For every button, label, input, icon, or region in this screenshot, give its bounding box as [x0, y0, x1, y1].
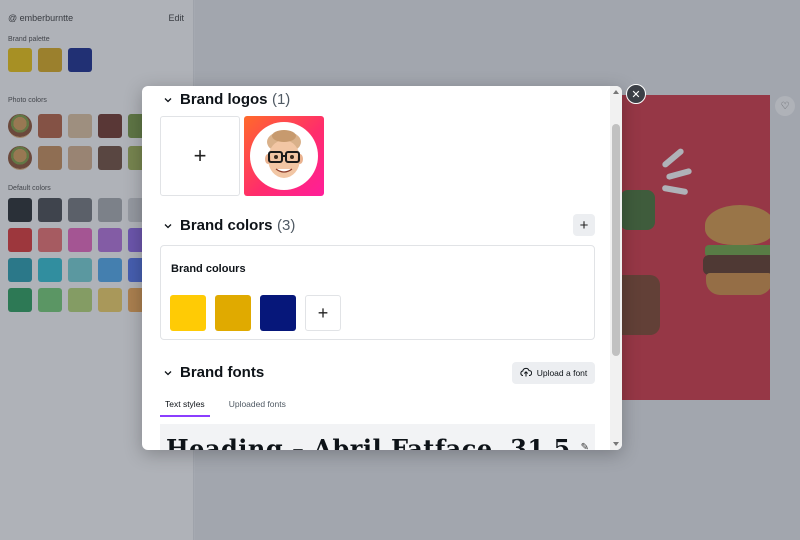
add-palette-button[interactable]: + [573, 214, 595, 236]
brand-kit-dialog: Brand logos (1) + Brand colors (3) + Bra… [142, 86, 622, 450]
dialog-scrollbar[interactable] [610, 86, 622, 450]
brand-colors-title: Brand colors [180, 217, 273, 234]
pencil-icon[interactable]: ✎ [581, 442, 589, 450]
plus-icon: + [193, 143, 207, 168]
upload-font-label: Upload a font [536, 368, 588, 378]
brand-color-swatch[interactable] [260, 295, 296, 331]
brand-colors-header[interactable]: Brand colors (3) [164, 217, 295, 235]
brand-logos-header[interactable]: Brand logos (1) [164, 91, 290, 109]
tab-text-styles[interactable]: Text styles [160, 396, 210, 417]
add-color-button[interactable]: + [305, 295, 341, 331]
brand-logo-tile[interactable] [244, 116, 324, 196]
brand-color-swatch[interactable] [170, 295, 206, 331]
brand-fonts-header[interactable]: Brand fonts [164, 364, 264, 381]
chevron-down-icon [164, 222, 172, 230]
scroll-down-arrow-icon[interactable] [613, 442, 619, 446]
heading-style-preview[interactable]: Heading – Abril Fatface, 31.5 ✎ [160, 424, 595, 450]
close-icon[interactable]: ✕ [626, 84, 646, 104]
brand-fonts-title: Brand fonts [180, 364, 265, 381]
plus-icon: + [317, 302, 329, 323]
scroll-up-arrow-icon[interactable] [613, 90, 619, 94]
upload-font-button[interactable]: Upload a font [512, 362, 595, 384]
scrollbar-thumb[interactable] [612, 124, 620, 356]
cloud-upload-icon [520, 367, 532, 379]
color-palette-card: Brand colours + [160, 245, 595, 340]
palette-swatches: + [170, 295, 341, 331]
memoji-avatar [250, 122, 318, 190]
brand-logos-count: (1) [271, 91, 291, 108]
avatar-face-icon [265, 130, 303, 178]
tab-uploaded-fonts[interactable]: Uploaded fonts [224, 396, 291, 417]
heading-style-text: Heading – Abril Fatface, 31.5 [166, 434, 571, 450]
brand-logos-title: Brand logos [180, 91, 268, 108]
add-logo-button[interactable]: + [160, 116, 240, 196]
chevron-down-icon [164, 369, 172, 377]
brand-color-swatch[interactable] [215, 295, 251, 331]
dialog-content: Brand logos (1) + Brand colors (3) + Bra… [142, 86, 610, 450]
brand-colors-count: (3) [276, 217, 296, 234]
font-tabs: Text styles Uploaded fonts [160, 396, 305, 417]
plus-icon: + [579, 216, 589, 234]
palette-name[interactable]: Brand colours [171, 263, 246, 275]
chevron-down-icon [164, 96, 172, 104]
